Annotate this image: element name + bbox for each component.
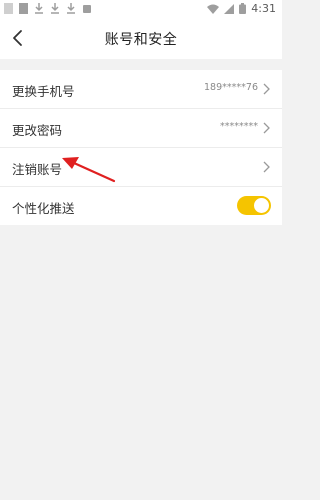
app-icon — [83, 5, 91, 13]
page-title: 账号和安全 — [104, 32, 178, 48]
row-label: 更改密码 — [12, 123, 63, 138]
chevron-right-icon — [263, 122, 270, 134]
row-label: 注销账号 — [12, 162, 63, 177]
download-icon — [51, 3, 59, 14]
settings-row-cancel-account[interactable]: 注销账号 — [0, 148, 282, 187]
annotation-arrow-icon — [62, 157, 116, 183]
row-label: 个性化推送 — [12, 201, 75, 216]
toggle-knob — [254, 198, 269, 213]
chevron-right-icon — [263, 83, 270, 95]
row-value-phone: 189*****76 — [204, 82, 258, 93]
row-label: 更换手机号 — [12, 84, 75, 99]
download-icon — [35, 3, 43, 14]
status-bar: 4:31 — [0, 0, 282, 18]
row-value-password: ******** — [220, 121, 258, 132]
personalized-push-toggle[interactable] — [237, 196, 271, 215]
status-bar-system: 4:31 — [207, 2, 276, 15]
settings-row-change-password[interactable]: 更改密码 ******** — [0, 109, 282, 148]
battery-icon — [239, 3, 247, 14]
chevron-right-icon — [263, 161, 270, 173]
settings-row-change-phone[interactable]: 更换手机号 189*****76 — [0, 70, 282, 109]
status-time: 4:31 — [251, 2, 276, 15]
notification-icon — [19, 3, 28, 14]
app-header: 账号和安全 — [0, 18, 282, 59]
settings-row-personalized-push: 个性化推送 — [0, 187, 282, 225]
signal-icon — [224, 3, 235, 14]
download-icon — [67, 3, 75, 14]
settings-list: 更换手机号 189*****76 更改密码 ******** 注销账号 个性化推… — [0, 70, 282, 225]
notification-icon — [4, 3, 13, 14]
wifi-icon — [207, 4, 220, 14]
status-bar-notifications — [4, 3, 92, 14]
